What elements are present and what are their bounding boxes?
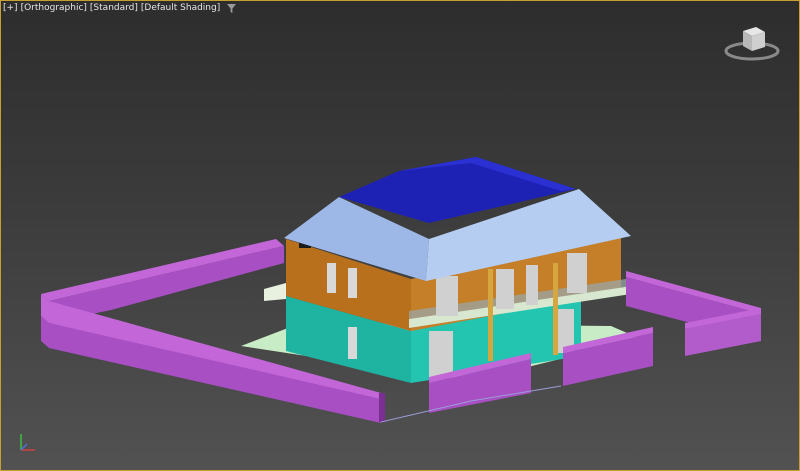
window-upper-2 (348, 268, 357, 298)
window-upper-1 (327, 263, 336, 293)
perspective-viewport[interactable]: [+] [Orthographic] [Standard] [Default S… (0, 0, 800, 471)
side-balcony-slab (264, 283, 286, 301)
column-2 (553, 263, 558, 355)
scene-view[interactable] (1, 1, 799, 470)
axis-gizmo-icon (20, 434, 35, 451)
door-upper-4 (567, 253, 587, 293)
column-1 (488, 269, 493, 361)
door-upper-2 (496, 269, 514, 309)
door-upper-1 (436, 276, 458, 316)
window-lower-1 (348, 327, 357, 359)
viewcube-icon[interactable] (723, 21, 781, 61)
door-upper-3 (526, 265, 538, 305)
door-lower-1 (429, 331, 453, 377)
